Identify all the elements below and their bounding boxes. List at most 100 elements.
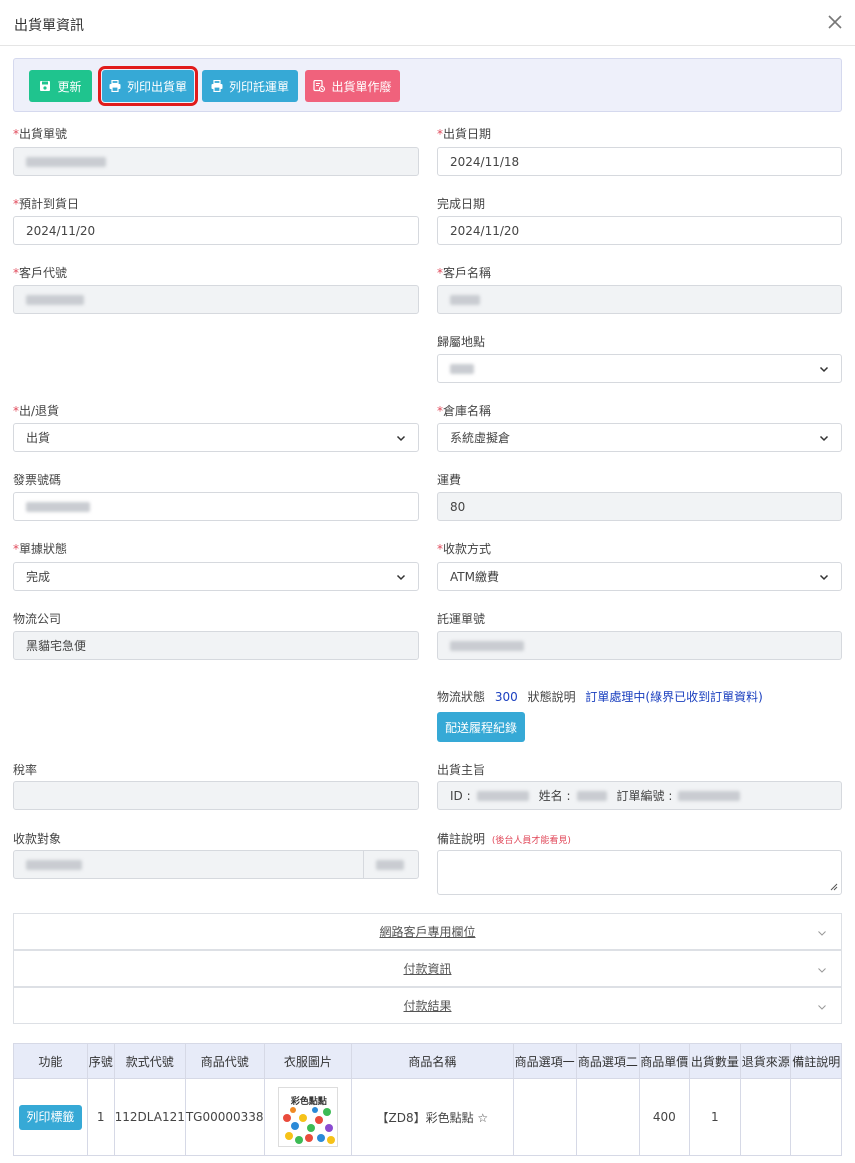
update-button[interactable]: 更新 — [29, 70, 92, 102]
customer-code-field[interactable] — [13, 285, 419, 314]
chevron-down-icon — [819, 366, 829, 373]
logistics-company-label: 物流公司 — [13, 612, 62, 626]
expected-arrival-field[interactable]: 2024/11/20 — [13, 216, 419, 245]
redacted-value — [26, 294, 84, 305]
invoice-no-label: 發票號碼 — [13, 473, 62, 487]
option1-cell — [512, 1078, 577, 1156]
remark-cell — [790, 1078, 842, 1156]
freight-field[interactable]: 80 — [437, 492, 842, 521]
location-select[interactable] — [437, 354, 842, 383]
option2-cell — [575, 1078, 641, 1156]
chevron-down-icon — [819, 435, 829, 442]
payee-field[interactable] — [13, 850, 364, 879]
tax-rate-field[interactable] — [13, 781, 419, 810]
logistics-status-code: 300 — [494, 690, 518, 704]
chevron-down-icon — [819, 574, 829, 581]
remarks-label: 備註說明 (後台人員才能看見) — [437, 832, 571, 846]
chevron-down-icon — [396, 574, 406, 581]
modal-header: 出貨單資訊 — [0, 0, 855, 46]
consignment-no-field[interactable] — [437, 631, 842, 660]
print-shipment-label: 列印出貨單 — [126, 79, 187, 94]
warehouse-select[interactable]: 系統虛擬倉 — [437, 423, 842, 452]
logistics-status-line: 物流狀態 300 狀態說明 訂單處理中(綠界已收到訂單資料) — [437, 688, 763, 705]
shipment-no-field[interactable] — [13, 147, 419, 176]
invoice-no-field[interactable] — [13, 492, 419, 521]
product-name-cell: 【ZD8】彩色點點 ☆ — [351, 1078, 514, 1156]
logistics-company-field[interactable]: 黑貓宅急便 — [13, 631, 419, 660]
shipment-subject-field[interactable]: ID : 姓名 : 訂單編號 : — [437, 781, 842, 810]
chevron-down-icon — [818, 931, 826, 936]
chevron-down-icon — [818, 968, 826, 973]
redacted-value — [476, 790, 529, 801]
redacted-value — [26, 501, 90, 512]
qty-cell: 1 — [688, 1078, 742, 1156]
payment-method-select[interactable]: ATM繳費 — [437, 562, 842, 591]
remarks-textarea[interactable] — [437, 850, 842, 895]
redacted-value — [450, 294, 480, 305]
delivery-log-button[interactable]: 配送履程紀錄 — [437, 712, 525, 742]
print-consignment-button[interactable]: 列印託運單 — [202, 70, 298, 102]
redacted-value — [450, 640, 524, 651]
payment-method-label: *收款方式 — [437, 542, 492, 556]
doc-status-label: *單據狀態 — [13, 542, 68, 556]
customer-name-field[interactable] — [437, 285, 842, 314]
void-shipment-button[interactable]: 出貨單作廢 — [305, 70, 400, 102]
column-header: 商品選項一 — [512, 1043, 577, 1079]
style-code-cell: 112DLA121 — [113, 1078, 186, 1156]
thumbnail-caption: 彩色點點 — [290, 1097, 327, 1107]
subject-name-prefix: 姓名 : — [538, 789, 571, 803]
customer-name-label: *客戶名稱 — [437, 266, 492, 280]
doc-status-value: 完成 — [26, 570, 51, 584]
return-source-cell — [740, 1078, 792, 1156]
unit-price-cell: 400 — [639, 1078, 690, 1156]
seq-cell: 1 — [86, 1078, 115, 1156]
accordion-payment-result[interactable]: 付款結果 — [13, 987, 842, 1024]
column-header: 款式代號 — [113, 1043, 186, 1079]
redacted-value — [376, 859, 404, 870]
resize-handle-icon[interactable] — [829, 882, 838, 891]
completed-date-field[interactable]: 2024/11/20 — [437, 216, 842, 245]
shipment-date-field[interactable]: 2024/11/18 — [437, 147, 842, 176]
print-label-button[interactable]: 列印標籤 — [18, 1104, 82, 1130]
column-header: 功能 — [13, 1043, 88, 1079]
ship-return-select[interactable]: 出貨 — [13, 423, 419, 452]
redacted-value — [450, 363, 474, 374]
remarks-note: (後台人員才能看見) — [491, 836, 571, 846]
status-desc-value: 訂單處理中(綠界已收到訂單資料) — [585, 690, 763, 704]
redacted-value — [26, 156, 106, 167]
shipment-date-label: *出貨日期 — [437, 127, 492, 141]
product-thumbnail[interactable]: 彩色點點 — [277, 1087, 338, 1147]
product-code-cell: TG00000338 — [184, 1078, 265, 1156]
doc-status-select[interactable]: 完成 — [13, 562, 419, 591]
subject-order-prefix: 訂單編號 : — [616, 789, 673, 803]
close-icon[interactable] — [825, 12, 845, 32]
column-header: 商品名稱 — [351, 1043, 514, 1079]
accordion-online-customer[interactable]: 網路客戶專用欄位 — [13, 913, 842, 950]
completed-date-label: 完成日期 — [437, 197, 486, 211]
warehouse-value: 系統虛擬倉 — [450, 431, 511, 445]
column-header: 退貨來源 — [740, 1043, 792, 1079]
print-shipment-button[interactable]: 列印出貨單 — [98, 66, 198, 106]
status-desc-label: 狀態說明 — [527, 690, 576, 704]
redacted-value — [678, 790, 741, 801]
chevron-down-icon — [396, 435, 406, 442]
accordion-title: 網路客戶專用欄位 — [379, 925, 476, 939]
column-header: 出貨數量 — [688, 1043, 742, 1079]
consignment-no-label: 託運單號 — [437, 612, 486, 626]
column-header: 商品代號 — [184, 1043, 265, 1079]
accordion-payment-info[interactable]: 付款資訊 — [13, 950, 842, 987]
column-header: 衣服圖片 — [263, 1043, 353, 1079]
tax-rate-label: 稅率 — [13, 763, 38, 777]
freight-label: 運費 — [437, 473, 462, 487]
save-icon — [40, 81, 51, 91]
accordion-title: 付款結果 — [403, 999, 452, 1013]
expected-arrival-label: *預計到貨日 — [13, 197, 80, 211]
warehouse-label: *倉庫名稱 — [437, 404, 492, 418]
void-document-icon — [313, 80, 326, 92]
printer-icon — [211, 80, 223, 92]
logistics-status-label: 物流狀態 — [437, 690, 486, 704]
chevron-down-icon — [818, 1005, 826, 1010]
redacted-value — [576, 790, 607, 801]
location-label: 歸屬地點 — [437, 335, 486, 349]
customer-code-label: *客戶代號 — [13, 266, 68, 280]
